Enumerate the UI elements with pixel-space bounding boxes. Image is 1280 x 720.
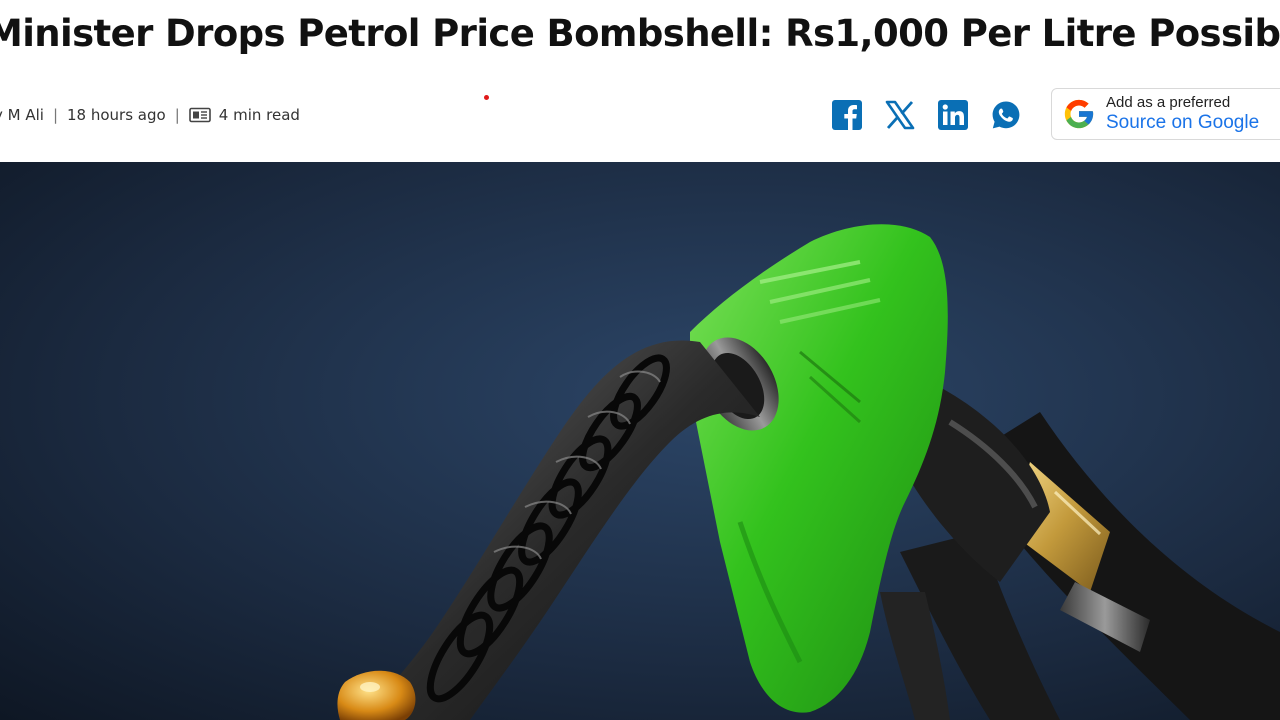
share-x-button[interactable] <box>881 96 919 134</box>
published-time: 18 hours ago <box>67 106 166 124</box>
linkedin-icon <box>938 100 968 130</box>
article-page: Minister Drops Petrol Price Bombshell: R… <box>0 0 1280 720</box>
article-byline: y M Ali | 18 hours ago | 4 min read <box>0 103 300 127</box>
google-icon <box>1064 99 1094 129</box>
x-icon <box>885 100 915 130</box>
byline-separator: | <box>174 106 180 124</box>
hero-image <box>0 162 1280 720</box>
facebook-icon <box>832 100 862 130</box>
share-whatsapp-button[interactable] <box>987 96 1025 134</box>
read-time: 4 min read <box>218 106 300 124</box>
author-name[interactable]: y M Ali <box>0 106 44 124</box>
share-bar <box>828 96 1040 134</box>
article-headline: Minister Drops Petrol Price Bombshell: R… <box>0 12 1280 55</box>
google-preferred-line2: Source on Google <box>1106 112 1260 133</box>
whatsapp-icon <box>992 101 1020 129</box>
google-preferred-line1: Add as a preferred <box>1106 94 1231 111</box>
google-preferred-source-button[interactable]: Add as a preferred Source on Google <box>1051 88 1280 140</box>
byline-separator: | <box>52 106 59 124</box>
newspaper-icon <box>188 107 211 123</box>
share-facebook-button[interactable] <box>828 96 866 134</box>
fuel-nozzle-illustration <box>0 162 1280 720</box>
share-linkedin-button[interactable] <box>934 96 972 134</box>
live-dot <box>484 95 489 100</box>
